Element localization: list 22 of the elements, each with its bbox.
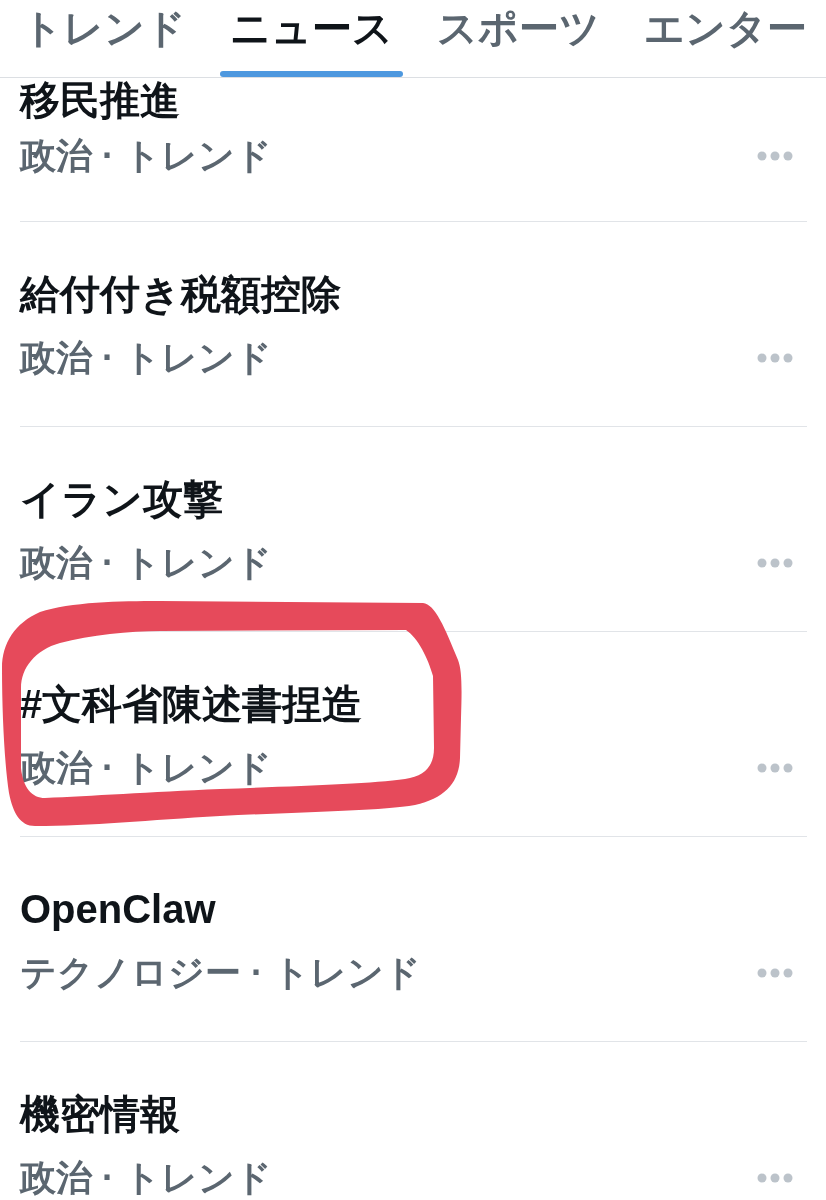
trend-title: 給付付き税額控除 xyxy=(20,271,341,318)
trend-category: 政治 · トレンド xyxy=(20,543,272,583)
more-icon[interactable] xyxy=(757,558,793,568)
trend-category: テクノロジー · トレンド xyxy=(20,953,421,993)
more-icon[interactable] xyxy=(757,353,793,363)
tab[interactable]: エンター xyxy=(634,0,817,77)
trend-title: OpenClaw xyxy=(20,886,216,933)
trend-category: 政治 · トレンド xyxy=(20,338,272,378)
more-icon[interactable] xyxy=(757,1173,793,1183)
trend-title: #文科省陳述書捏造 xyxy=(20,681,363,728)
trend-category: 政治 · トレンド xyxy=(20,1158,272,1198)
tab[interactable]: スポーツ xyxy=(427,0,610,77)
trend-category: 政治 · トレンド xyxy=(20,748,272,788)
trend-category: 政治 · トレンド xyxy=(20,136,272,176)
trend-title: 移民推進 xyxy=(20,78,180,122)
tab[interactable]: ニュース xyxy=(220,0,403,77)
more-icon[interactable] xyxy=(757,968,793,978)
trend-title: 機密情報 xyxy=(20,1091,180,1138)
tab[interactable]: トレンド xyxy=(12,0,196,77)
more-icon[interactable] xyxy=(757,151,793,161)
more-icon[interactable] xyxy=(757,763,793,773)
trend-title: イラン攻撃 xyxy=(20,476,223,523)
